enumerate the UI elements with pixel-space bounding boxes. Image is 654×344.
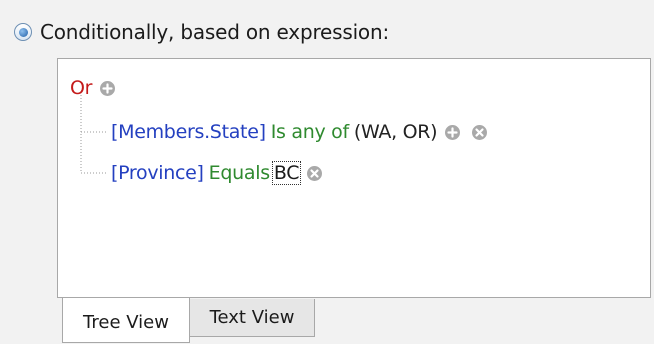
plus-circle-icon[interactable]: [100, 80, 116, 96]
condition-value[interactable]: BC: [271, 161, 302, 185]
x-circle-icon[interactable]: [307, 165, 323, 181]
condition-row: [Province] Equals BC: [111, 159, 323, 187]
condition-row: [Members.State] Is any of (WA, OR): [111, 118, 488, 146]
tab-text-view[interactable]: Text View: [190, 299, 315, 337]
condition-radio-label[interactable]: Conditionally, based on expression:: [40, 20, 389, 44]
condition-option[interactable]: Conditionally, based on expression:: [14, 12, 389, 52]
group-operator-or[interactable]: Or: [70, 77, 92, 99]
condition-field[interactable]: [Province]: [111, 162, 204, 184]
condition-operator[interactable]: Equals: [209, 162, 270, 184]
condition-operator[interactable]: Is any of: [271, 121, 349, 143]
x-circle-icon[interactable]: [472, 124, 488, 140]
radio-selected-dot: [18, 27, 28, 37]
tree-node-or: Or: [70, 76, 116, 100]
condition-radio[interactable]: [14, 23, 32, 41]
tab-tree-view[interactable]: Tree View: [62, 298, 190, 343]
condition-value[interactable]: (WA, OR): [354, 121, 438, 143]
expression-editor[interactable]: Or [Members.State] Is any of (WA, OR) [P…: [57, 58, 651, 298]
condition-field[interactable]: [Members.State]: [111, 121, 266, 143]
filter-condition-panel: Conditionally, based on expression: Or […: [0, 0, 654, 344]
plus-circle-icon[interactable]: [445, 124, 461, 140]
view-tabs: Tree View Text View: [62, 298, 315, 344]
